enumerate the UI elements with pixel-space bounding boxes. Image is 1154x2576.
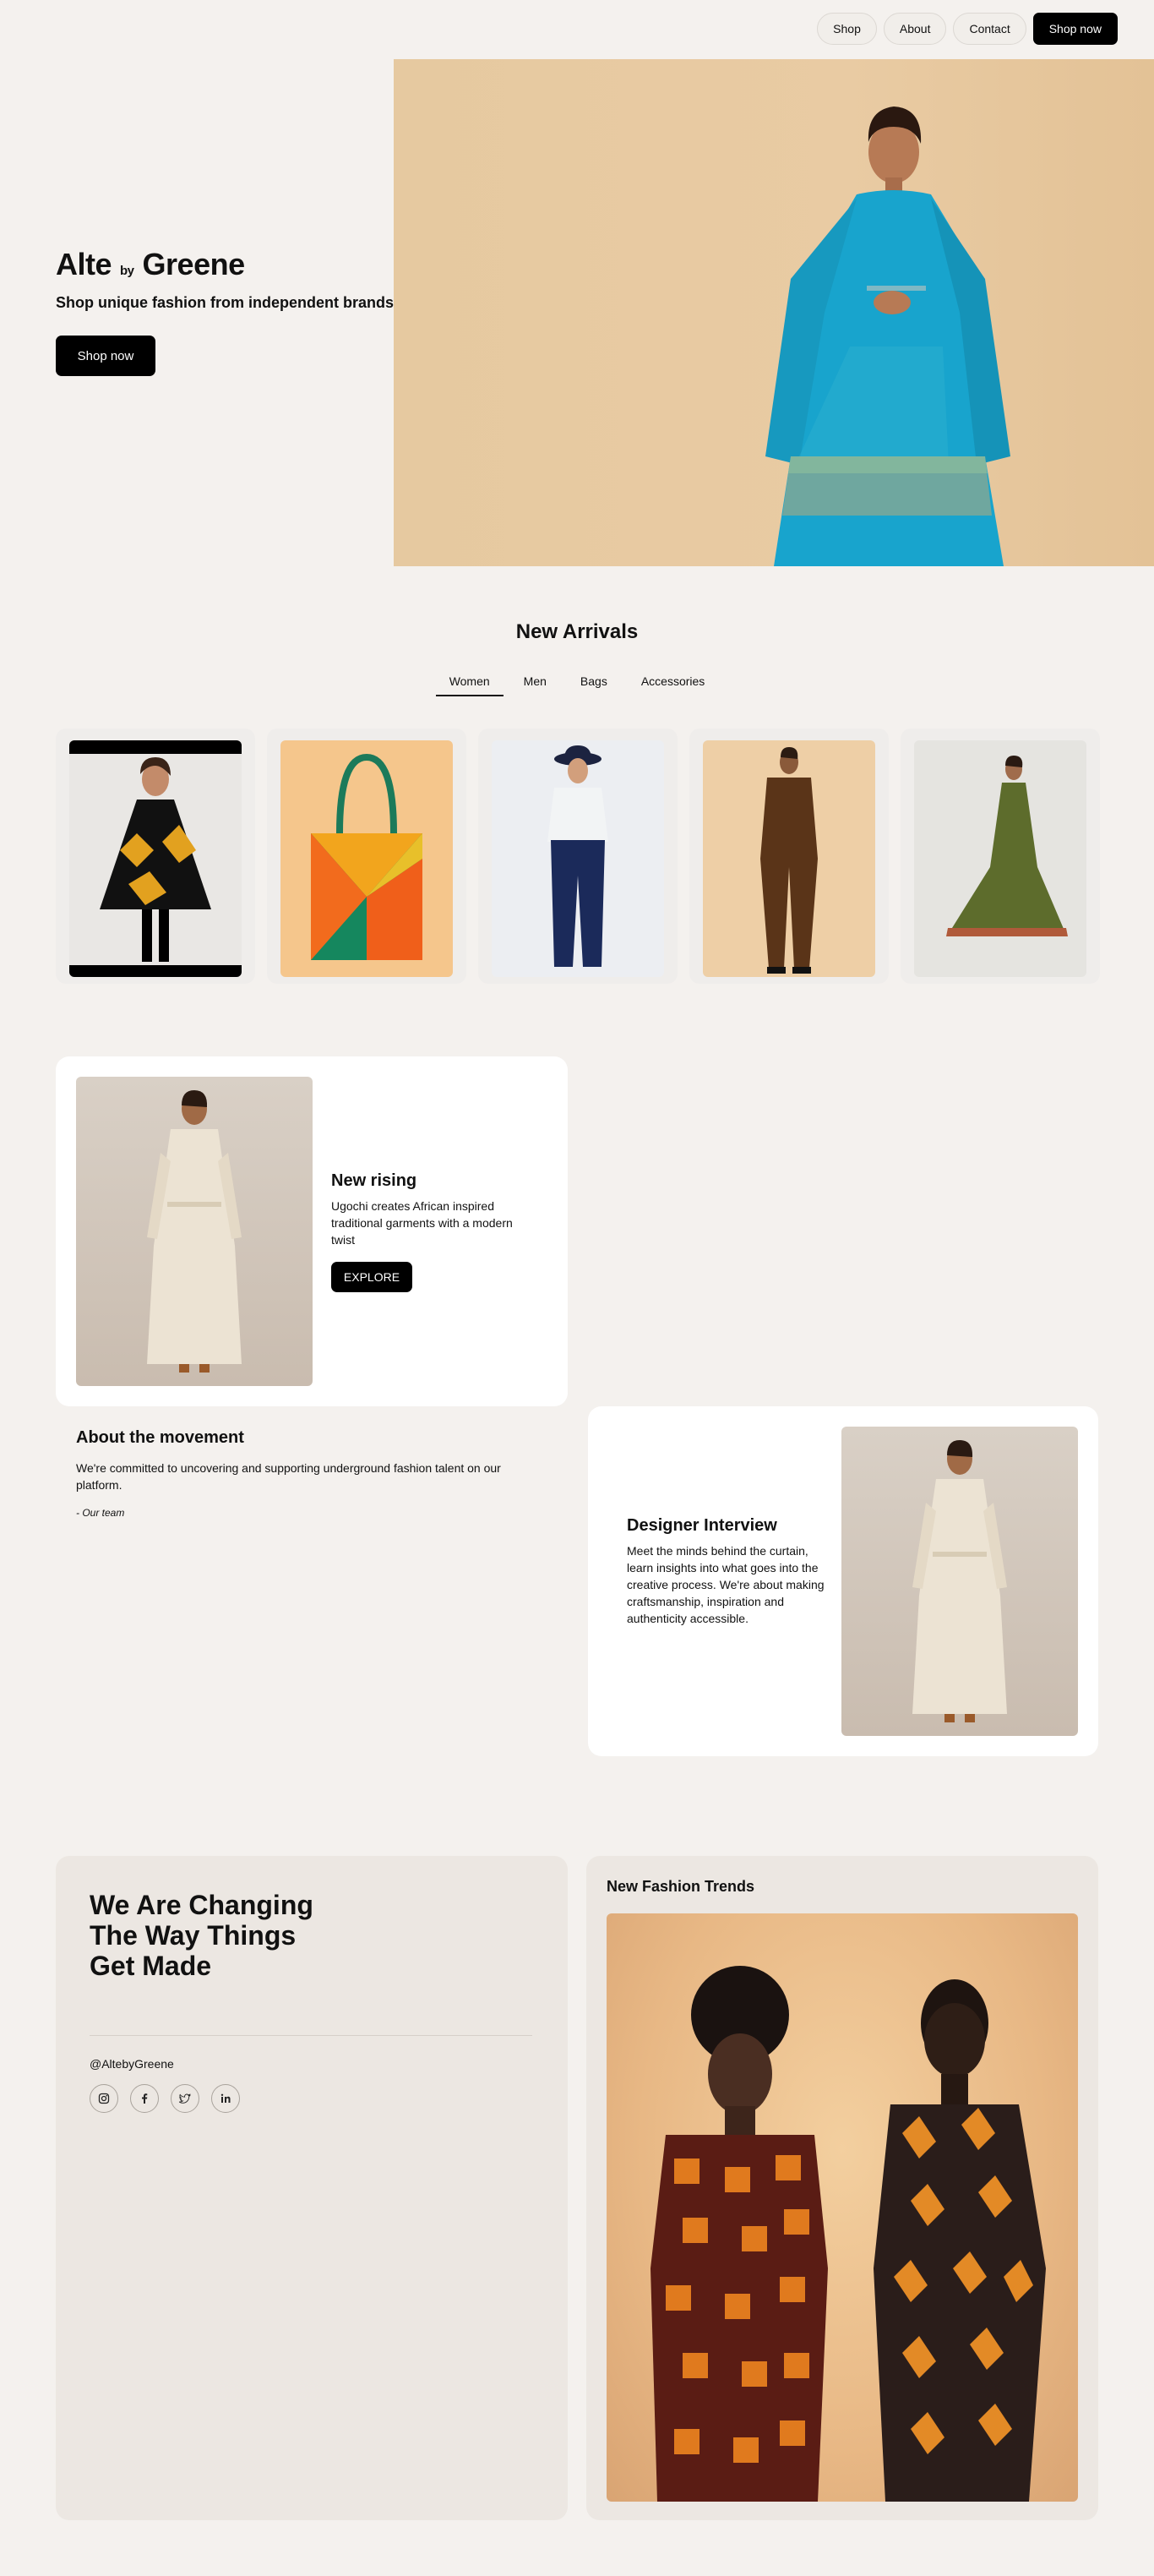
tab-accessories[interactable]: Accessories <box>628 668 718 696</box>
hero-shop-now-button[interactable]: Shop now <box>56 336 155 376</box>
product-card[interactable] <box>267 729 466 984</box>
product-card[interactable] <box>901 729 1100 984</box>
new-rising-text: New rising Ugochi creates African inspir… <box>331 1171 534 1292</box>
tab-bags[interactable]: Bags <box>567 668 621 696</box>
tab-women[interactable]: Women <box>435 668 504 696</box>
product-grid <box>56 729 1100 984</box>
nav-shop-link[interactable]: Shop <box>817 13 877 45</box>
new-rising-image <box>76 1077 313 1386</box>
trends-panel: New Fashion Trends <box>586 1856 1098 2520</box>
mission-panel: We Are Changing The Way Things Get Made … <box>56 1856 568 2520</box>
tab-men[interactable]: Men <box>510 668 560 696</box>
social-handle: @AltebyGreene <box>90 2057 174 2071</box>
category-tabs: Women Men Bags Accessories <box>0 668 1154 696</box>
nav-contact-link[interactable]: Contact <box>953 13 1026 45</box>
about-section: About the movement We're committed to un… <box>76 1428 549 1519</box>
brand-logo: Alte by Greene <box>56 247 394 282</box>
new-rising-card: New rising Ugochi creates African inspir… <box>56 1056 568 1406</box>
hero-image <box>394 59 1154 566</box>
new-rising-title: New rising <box>331 1171 417 1190</box>
new-rising-body: Ugochi creates African inspired traditio… <box>331 1199 513 1247</box>
about-title: About the movement <box>76 1428 244 1447</box>
hero-text: Alte by Greene Shop unique fashion from … <box>56 247 394 376</box>
interview-title: Designer Interview <box>627 1516 777 1535</box>
trends-title: New Fashion Trends <box>607 1878 755 1895</box>
new-arrivals-title: New Arrivals <box>515 620 639 643</box>
explore-button[interactable]: EXPLORE <box>331 1262 412 1292</box>
nav-about-link[interactable]: About <box>883 13 947 45</box>
interview-text: Designer Interview Meet the minds behind… <box>627 1516 830 1627</box>
social-links <box>90 2084 240 2113</box>
about-signature: - Our team <box>76 1507 125 1519</box>
about-body: We're committed to uncovering and suppor… <box>76 1461 501 1492</box>
mission-headline: We Are Changing The Way Things Get Made <box>90 1890 313 1981</box>
brand-by: by <box>120 264 134 278</box>
brand-first: Alte <box>56 247 112 281</box>
product-card[interactable] <box>56 729 255 984</box>
product-image-olive-dress <box>914 740 1086 977</box>
twitter-icon[interactable] <box>171 2084 199 2113</box>
linkedin-icon[interactable] <box>211 2084 240 2113</box>
product-image-tote-bag <box>280 740 453 977</box>
product-image-white-tee-navy-trousers <box>492 740 664 977</box>
product-image-brown-jumpsuit <box>703 740 875 977</box>
hero-tagline: Shop unique fashion from independent bra… <box>56 294 394 311</box>
designer-interview-card: Designer Interview Meet the minds behind… <box>588 1406 1098 1756</box>
top-nav: Shop About Contact Shop now <box>817 13 1118 45</box>
brand-last: Greene <box>142 247 246 281</box>
facebook-icon[interactable] <box>130 2084 159 2113</box>
nav-shop-now-button[interactable]: Shop now <box>1032 13 1118 45</box>
instagram-icon[interactable] <box>90 2084 118 2113</box>
interview-image <box>841 1427 1078 1736</box>
trends-image <box>607 1913 1078 2502</box>
product-card[interactable] <box>478 729 678 984</box>
product-image-poncho <box>69 740 242 977</box>
product-card[interactable] <box>689 729 889 984</box>
interview-body: Meet the minds behind the curtain, learn… <box>627 1544 825 1625</box>
divider <box>90 2035 532 2036</box>
